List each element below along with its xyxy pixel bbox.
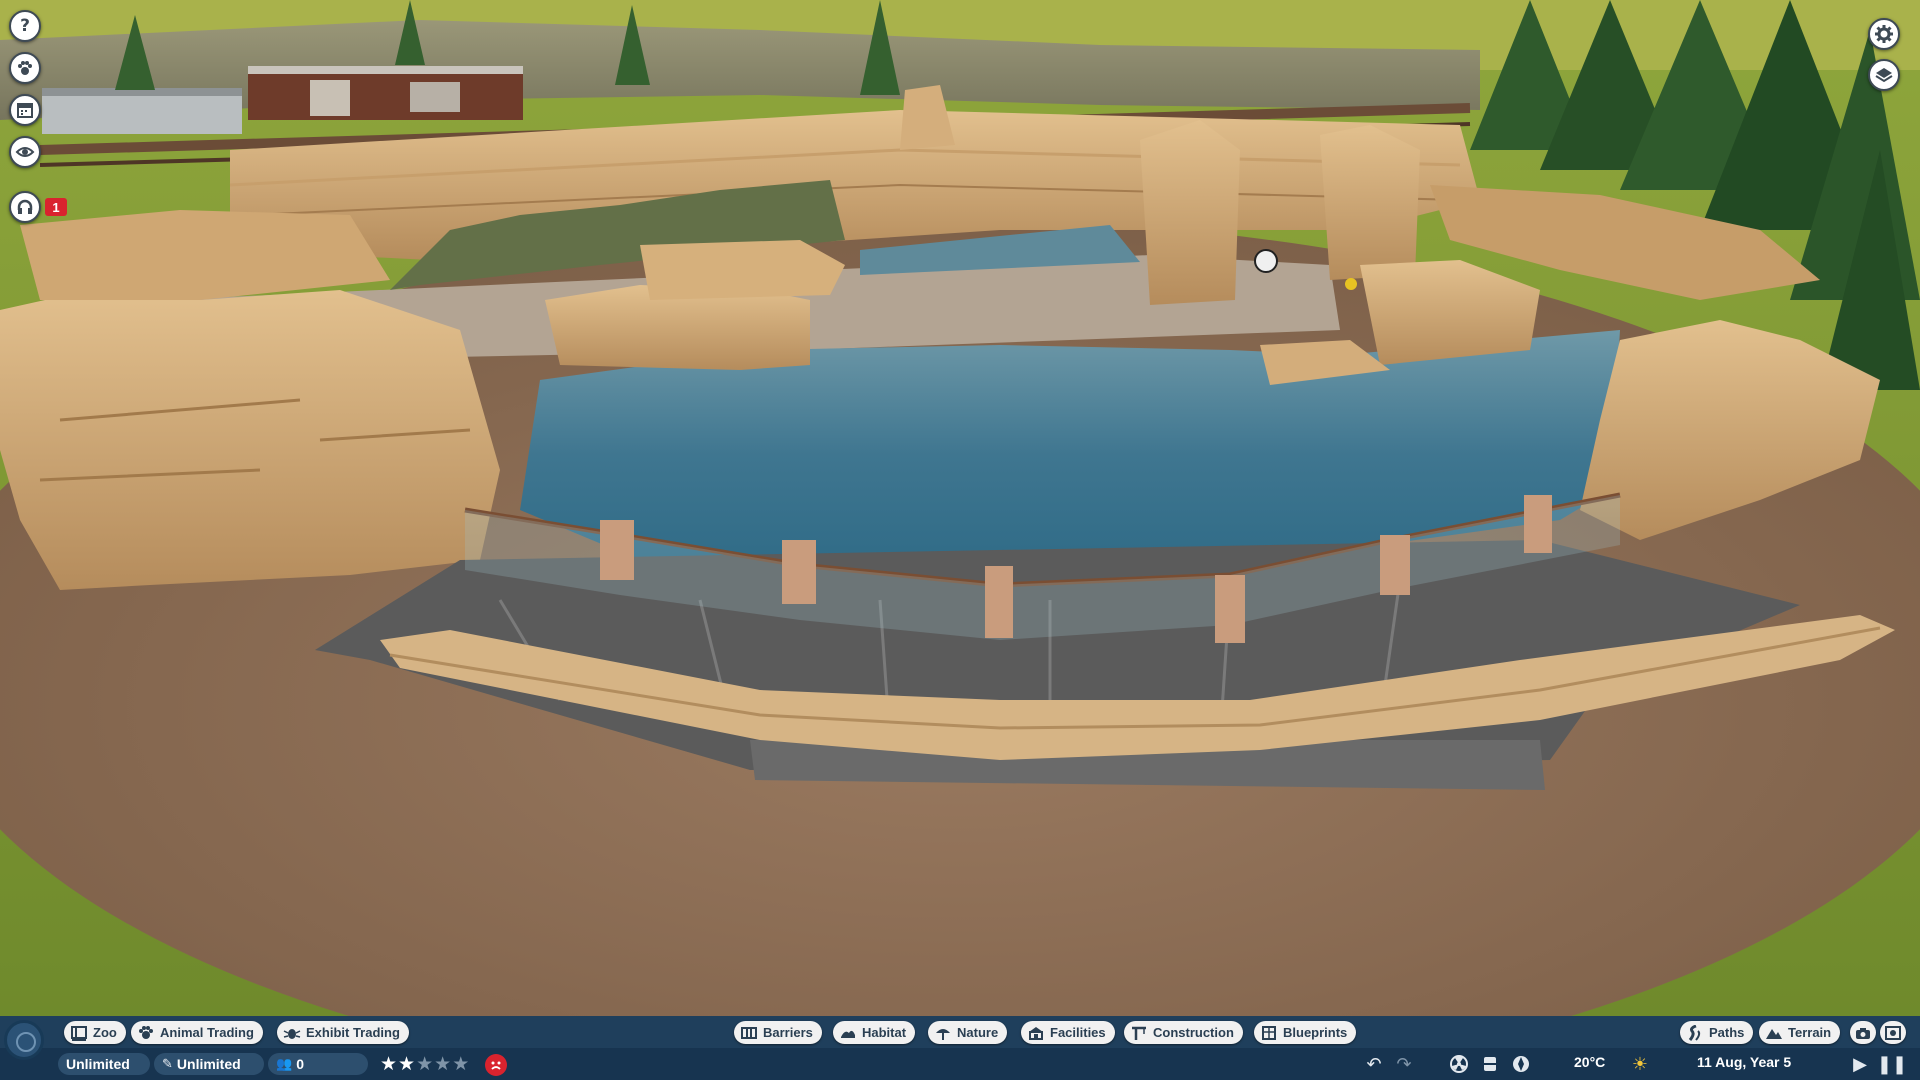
tree-icon xyxy=(934,1025,952,1041)
money-value: Unlimited xyxy=(66,1056,130,1072)
photo-frame-icon xyxy=(1884,1025,1902,1041)
nature-label: Nature xyxy=(957,1025,999,1040)
radiation-icon[interactable] xyxy=(1447,1053,1471,1075)
facilities-button[interactable]: Facilities xyxy=(1021,1021,1115,1044)
barrier-icon xyxy=(740,1025,758,1041)
hud-menu-bar: Zoo Animal Trading Exhibit Trading Barri… xyxy=(0,1016,1920,1048)
construction-icon xyxy=(1130,1025,1148,1041)
zoo-rating-stars[interactable]: ★ ★ ★ ★ ★ xyxy=(380,1054,469,1074)
bottom-hud: Zoo Animal Trading Exhibit Trading Barri… xyxy=(0,1016,1920,1080)
habitat-label: Habitat xyxy=(862,1025,907,1040)
research-icon: ✎ xyxy=(162,1056,173,1072)
construction-label: Construction xyxy=(1153,1025,1234,1040)
zoo-icon xyxy=(70,1025,88,1041)
view-button[interactable] xyxy=(9,136,41,168)
guests-display[interactable]: 👥 0 xyxy=(268,1053,368,1075)
exhibit-trading-button[interactable]: Exhibit Trading xyxy=(277,1021,409,1044)
zoo-habitat-scene xyxy=(0,0,1920,1016)
headset-icon xyxy=(17,199,33,214)
barriers-button[interactable]: Barriers xyxy=(734,1021,822,1044)
paw-icon xyxy=(18,61,32,75)
layers-icon xyxy=(1875,68,1893,83)
layers-button[interactable] xyxy=(1868,59,1900,91)
date-display: 11 Aug, Year 5 xyxy=(1697,1054,1792,1070)
photo-mode-button[interactable] xyxy=(1880,1021,1906,1044)
animal-trading-label: Animal Trading xyxy=(160,1025,254,1040)
star-empty-icon: ★ xyxy=(434,1053,452,1075)
path-icon xyxy=(1686,1024,1704,1041)
paw-icon xyxy=(137,1025,155,1041)
cabinet-icon[interactable] xyxy=(1478,1053,1502,1075)
redo-icon[interactable]: ↷ xyxy=(1392,1053,1416,1075)
notification-badge: 1 xyxy=(45,198,67,216)
terrain-icon xyxy=(1765,1025,1783,1041)
blueprint-icon xyxy=(1260,1025,1278,1041)
camera-icon xyxy=(1854,1025,1872,1041)
exhibit-trading-label: Exhibit Trading xyxy=(306,1025,400,1040)
money-display: Unlimited xyxy=(58,1053,150,1075)
terrain-label: Terrain xyxy=(1788,1025,1832,1040)
animal-trading-button[interactable]: Animal Trading xyxy=(131,1021,263,1044)
calendar-button[interactable] xyxy=(9,94,41,126)
help-button[interactable]: ? xyxy=(9,10,41,42)
guests-value: 0 xyxy=(296,1056,304,1072)
settings-button[interactable] xyxy=(1868,18,1900,50)
eye-icon xyxy=(15,147,35,157)
help-icon: ? xyxy=(20,16,30,36)
hud-status-bar: Unlimited ✎ Unlimited 👥 0 ★ ★ ★ ★ ★ ↶ ↷ 20°C… xyxy=(0,1048,1920,1080)
habitat-button[interactable]: Habitat xyxy=(833,1021,916,1044)
nature-button[interactable]: Nature xyxy=(928,1021,1008,1044)
compass-icon[interactable] xyxy=(1509,1053,1533,1075)
gear-icon xyxy=(1875,25,1893,43)
facilities-label: Facilities xyxy=(1050,1025,1106,1040)
calendar-icon xyxy=(17,103,33,118)
star-empty-icon: ★ xyxy=(452,1053,470,1075)
animals-button[interactable] xyxy=(9,52,41,84)
sad-face-icon[interactable] xyxy=(485,1054,507,1076)
play-speed-icon[interactable]: ▶ xyxy=(1848,1053,1872,1075)
blueprints-label: Blueprints xyxy=(1283,1025,1348,1040)
paths-label: Paths xyxy=(1709,1025,1745,1040)
research-value: Unlimited xyxy=(176,1056,241,1072)
paths-button[interactable]: Paths xyxy=(1680,1021,1754,1044)
game-viewport[interactable] xyxy=(0,0,1920,1080)
habitat-icon xyxy=(839,1025,857,1041)
building-icon xyxy=(1027,1025,1045,1041)
construction-button[interactable]: Construction xyxy=(1124,1021,1243,1044)
camera-button[interactable] xyxy=(1850,1021,1876,1044)
zoo-label: Zoo xyxy=(93,1025,117,1040)
barriers-label: Barriers xyxy=(763,1025,813,1040)
zoo-button[interactable]: Zoo xyxy=(64,1021,126,1044)
messages-button[interactable] xyxy=(9,191,41,223)
terrain-button[interactable]: Terrain xyxy=(1759,1021,1841,1044)
bug-icon xyxy=(283,1025,301,1041)
guests-icon: 👥 xyxy=(276,1056,293,1072)
temperature-display: 20°C xyxy=(1574,1054,1606,1070)
pause-icon[interactable]: ❚❚ xyxy=(1877,1053,1907,1075)
star-filled-icon: ★ xyxy=(380,1053,398,1075)
star-empty-icon: ★ xyxy=(416,1053,434,1075)
undo-icon[interactable]: ↶ xyxy=(1362,1053,1386,1075)
game-mode-button[interactable] xyxy=(4,1020,44,1060)
blueprints-button[interactable]: Blueprints xyxy=(1254,1021,1357,1044)
research-display: ✎ Unlimited xyxy=(154,1053,264,1075)
sun-icon: ☀ xyxy=(1631,1053,1649,1075)
star-filled-icon: ★ xyxy=(398,1053,416,1075)
